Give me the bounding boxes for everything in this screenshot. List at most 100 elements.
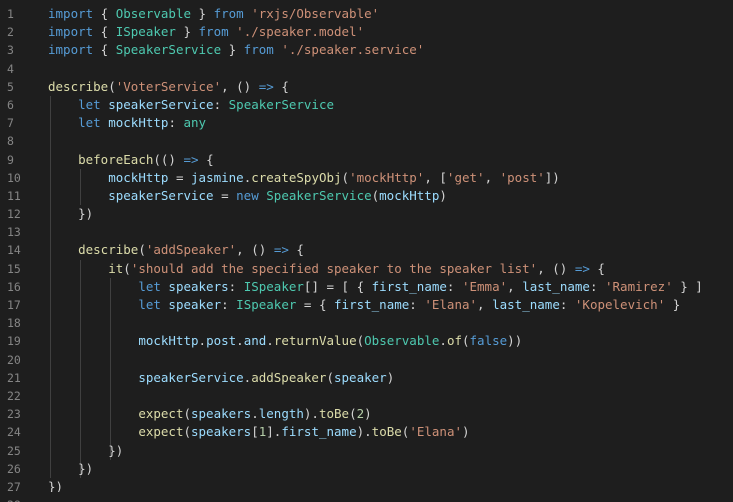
code-token: expect bbox=[138, 424, 184, 440]
code-line[interactable]: expect(speakers[1].first_name).toBe('Ela… bbox=[48, 423, 733, 441]
code-line[interactable] bbox=[48, 387, 733, 405]
code-token: it bbox=[108, 260, 124, 276]
code-line[interactable]: import { Observable } from 'rxjs/Observa… bbox=[48, 5, 733, 23]
code-line[interactable]: }) bbox=[48, 460, 733, 478]
code-line[interactable]: speakerService.addSpeaker(speaker) bbox=[48, 369, 733, 387]
code-token: 2 bbox=[356, 406, 365, 422]
code-line[interactable]: speakerService = new SpeakerService(mock… bbox=[48, 187, 733, 205]
horizontal-scrollbar[interactable] bbox=[48, 492, 719, 502]
code-token: ]) bbox=[544, 169, 560, 185]
code-line[interactable] bbox=[48, 60, 733, 78]
line-number: 6 bbox=[7, 97, 14, 112]
code-line[interactable]: describe('VoterService', () => { bbox=[48, 78, 733, 96]
code-token: ( bbox=[349, 406, 357, 422]
code-editor[interactable]: 1 2 3 4 5 6 7 8 9 10 11 12 13 14 15 16 17 18 19 20 21 22 23 24 2… bbox=[0, 0, 733, 502]
code-token: post bbox=[206, 333, 237, 349]
code-token: ( bbox=[356, 333, 365, 349]
code-token: . bbox=[266, 333, 274, 349]
code-line[interactable]: let speakerService: SpeakerService bbox=[48, 96, 733, 114]
line-number: 25 bbox=[7, 443, 21, 458]
code-token: [ bbox=[251, 424, 259, 440]
code-token: 'addSpeaker' bbox=[145, 242, 237, 258]
code-token: . bbox=[251, 406, 259, 422]
line-number: 28 bbox=[0, 496, 38, 502]
code-token: './speaker.service' bbox=[281, 42, 425, 58]
code-line[interactable]: describe('addSpeaker', () => { bbox=[48, 241, 733, 259]
code-line[interactable]: }) bbox=[48, 442, 733, 460]
code-line[interactable] bbox=[48, 351, 733, 369]
code-line[interactable]: let mockHttp: any bbox=[48, 114, 733, 132]
code-line[interactable] bbox=[48, 223, 733, 241]
code-token: ]. bbox=[266, 424, 282, 440]
code-token: { bbox=[273, 78, 289, 94]
code-token: jasmine bbox=[191, 169, 244, 185]
code-token: }) bbox=[48, 206, 94, 222]
code-token: { bbox=[93, 24, 116, 40]
code-line[interactable]: import { ISpeaker } from './speaker.mode… bbox=[48, 23, 733, 41]
code-token: : bbox=[228, 278, 244, 294]
code-token: : bbox=[559, 297, 575, 312]
code-token: = { bbox=[296, 297, 335, 312]
code-token: ). bbox=[303, 406, 319, 422]
code-line[interactable]: it('should add the specified speaker to … bbox=[48, 260, 733, 278]
code-line[interactable]: let speakers: ISpeaker[] = [ { first_nam… bbox=[48, 278, 733, 296]
code-token: import bbox=[48, 24, 94, 40]
code-line[interactable]: let speaker: ISpeaker = { first_name: 'E… bbox=[48, 296, 733, 314]
code-token: from bbox=[243, 42, 274, 58]
code-token: first_name bbox=[281, 424, 357, 440]
code-line[interactable]: mockHttp.post.and.returnValue(Observable… bbox=[48, 332, 733, 350]
line-number: 18 bbox=[7, 316, 21, 331]
code-token: import bbox=[48, 6, 94, 21]
code-token: speakerService bbox=[108, 187, 214, 203]
code-token: ISpeaker bbox=[243, 278, 304, 294]
code-token: => bbox=[574, 260, 590, 276]
code-token: { bbox=[198, 151, 214, 167]
code-line[interactable]: beforeEach(() => { bbox=[48, 151, 733, 169]
line-number: 1 bbox=[7, 7, 14, 21]
code-line[interactable] bbox=[48, 132, 733, 150]
code-token: ( bbox=[462, 333, 470, 349]
code-token: ( bbox=[183, 424, 191, 440]
code-line[interactable]: mockHttp = jasmine.createSpyObj('mockHtt… bbox=[48, 169, 733, 187]
line-number: 5 bbox=[7, 79, 14, 94]
code-token: ) bbox=[364, 406, 372, 422]
code-token: } bbox=[175, 24, 199, 40]
code-token: => bbox=[183, 151, 199, 167]
code-token: of bbox=[446, 333, 462, 349]
code-token: : bbox=[221, 297, 237, 312]
code-token: Observable bbox=[364, 333, 440, 349]
code-line[interactable] bbox=[48, 314, 733, 332]
code-line[interactable]: expect(speakers.length).toBe(2) bbox=[48, 405, 733, 423]
code-token: 'Ramirez' bbox=[605, 278, 673, 294]
line-number: 22 bbox=[7, 388, 21, 403]
code-token: : bbox=[446, 278, 462, 294]
code-token: 'get' bbox=[446, 169, 485, 185]
code-token: from bbox=[198, 24, 229, 40]
code-token: from bbox=[213, 6, 244, 21]
code-token: : bbox=[409, 297, 425, 312]
line-number: 27 bbox=[7, 479, 21, 494]
code-token: speaker bbox=[334, 369, 387, 385]
code-token: first_name bbox=[371, 278, 447, 294]
code-token: 'Elana' bbox=[409, 424, 462, 440]
code-token: SpeakerService bbox=[115, 42, 222, 58]
code-line[interactable]: import { SpeakerService } from './speake… bbox=[48, 41, 733, 59]
code-token: import bbox=[48, 42, 94, 58]
code-area[interactable]: import { Observable } from 'rxjs/Observa… bbox=[48, 5, 733, 502]
line-number: 20 bbox=[7, 352, 21, 367]
code-token: ( bbox=[341, 169, 350, 185]
code-token: mockHttp bbox=[108, 115, 169, 131]
code-token: length bbox=[258, 406, 304, 422]
code-token: }) bbox=[48, 442, 124, 458]
code-line[interactable]: }) bbox=[48, 205, 733, 223]
code-token: toBe bbox=[371, 424, 402, 440]
code-token: speakers bbox=[168, 278, 229, 294]
code-token: let bbox=[138, 297, 161, 312]
code-token: let bbox=[78, 115, 101, 131]
